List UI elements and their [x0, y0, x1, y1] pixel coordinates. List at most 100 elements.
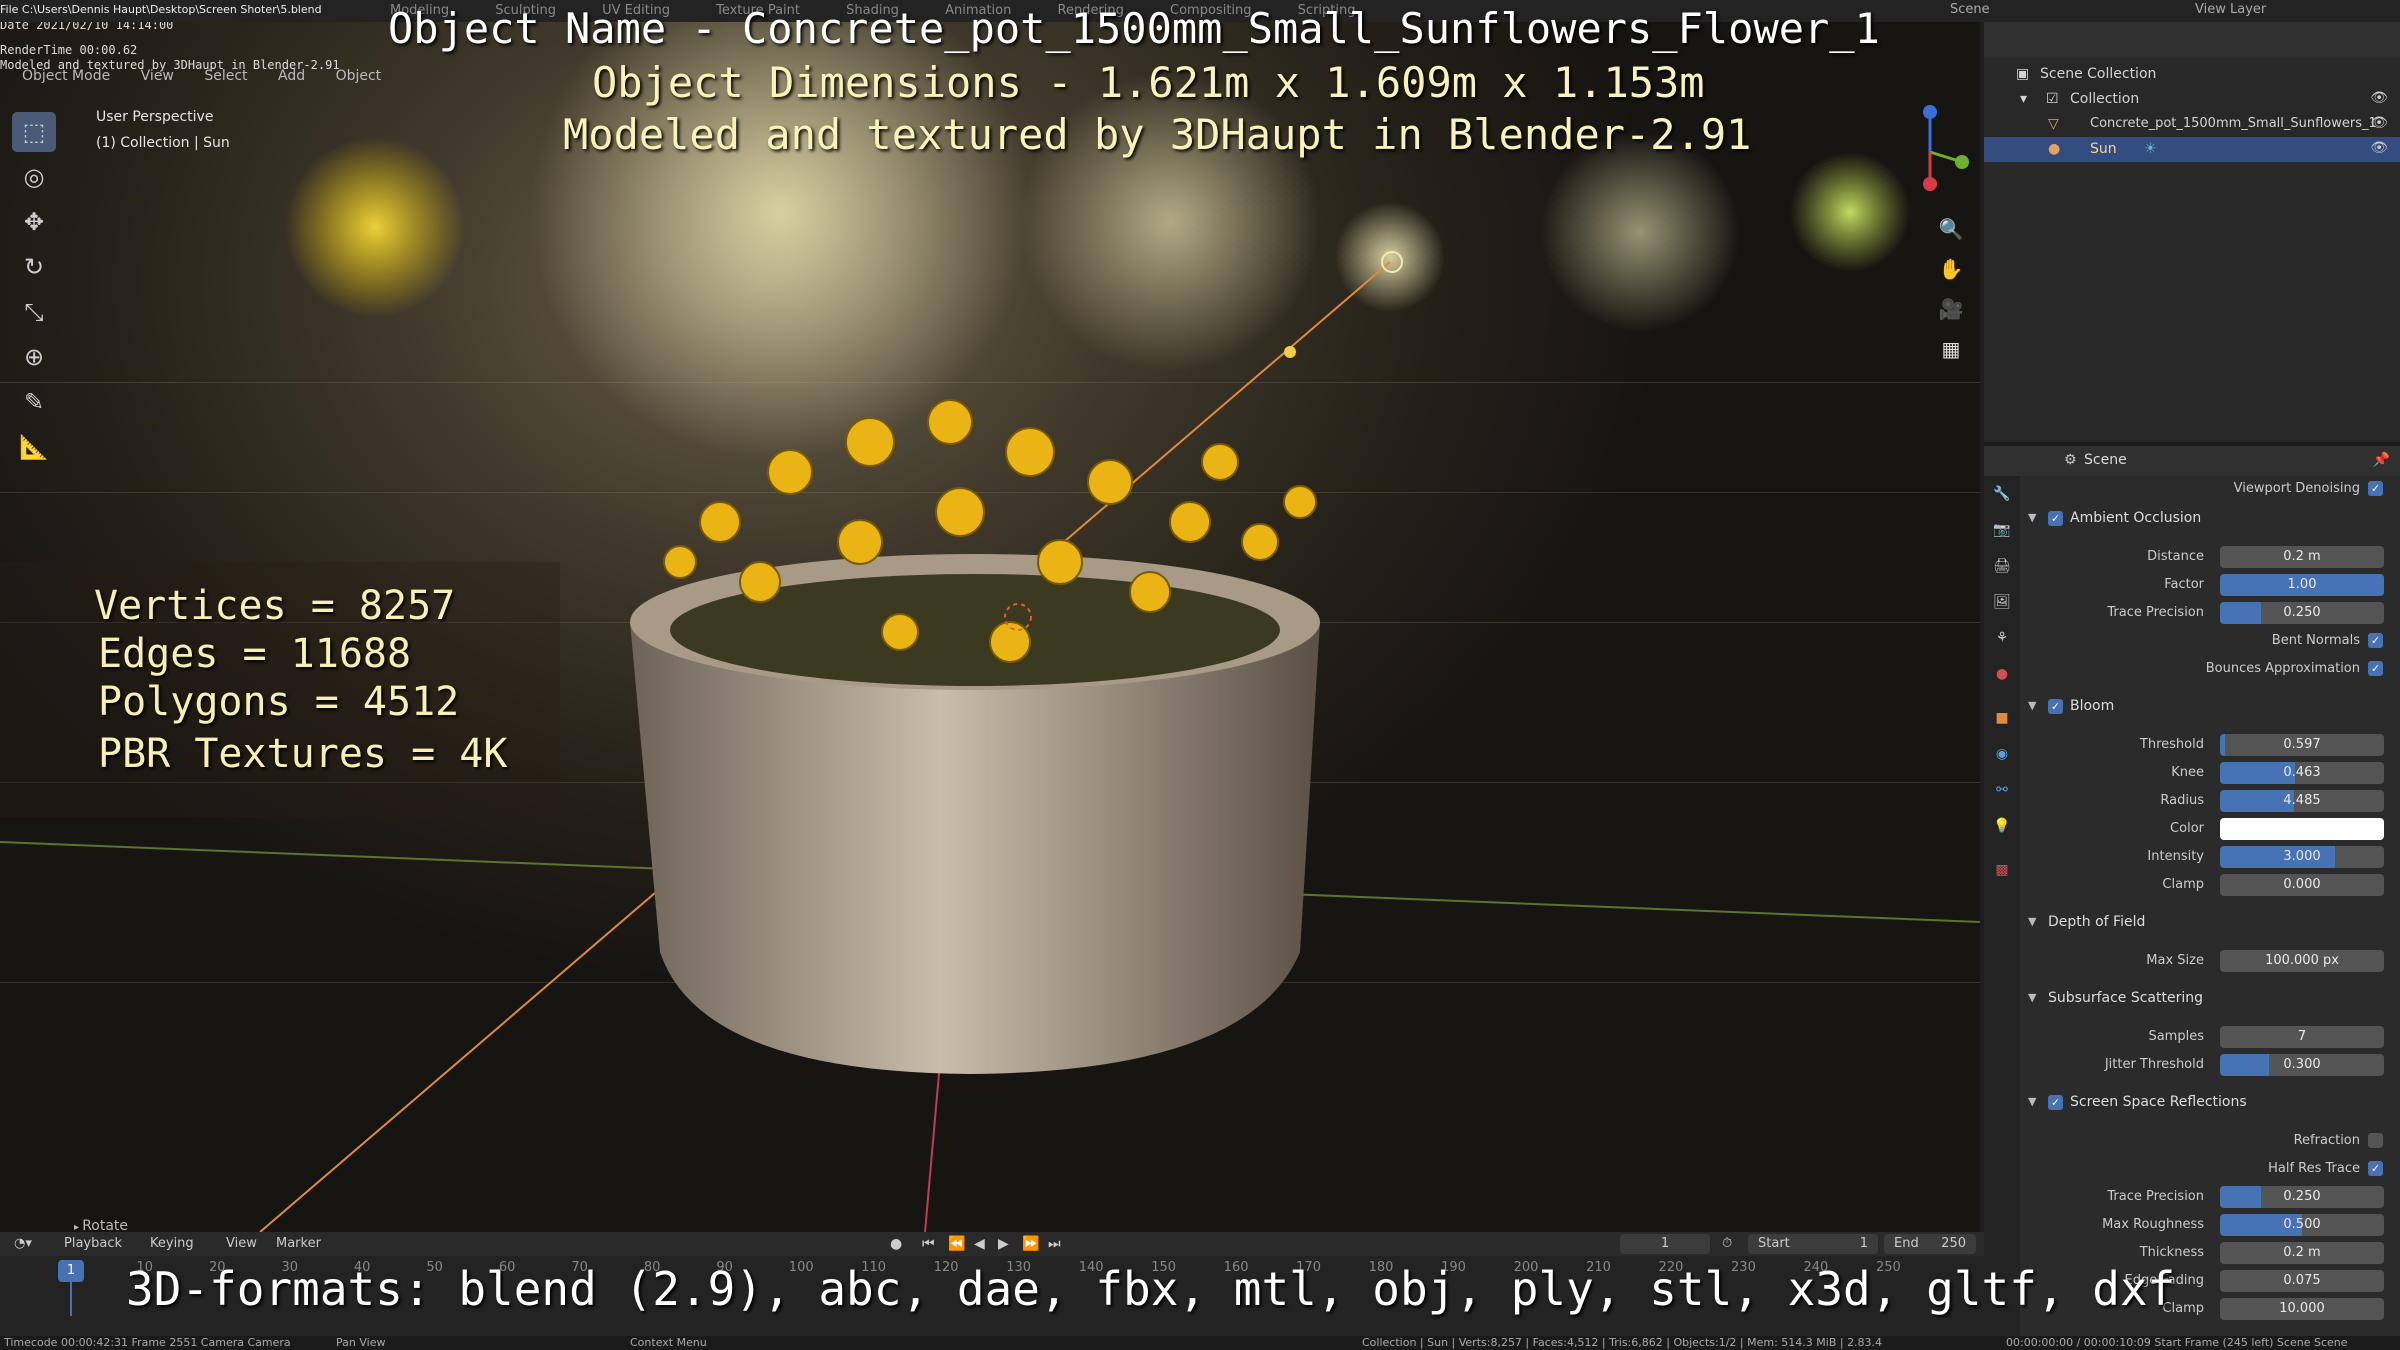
outliner-row-pot[interactable]: ▽ Concrete_pot_1500mm_Small_Sunflowers_1… — [1984, 112, 2400, 137]
bent-normals-checkbox[interactable]: ✓ — [2368, 633, 2383, 648]
playhead[interactable]: 1 — [58, 1260, 84, 1282]
ambient-occlusion-checkbox[interactable]: ✓ — [2048, 511, 2063, 526]
ssr-trace-precision-row: Trace Precision 0.250 — [2020, 1184, 2400, 1210]
pan-hand-icon[interactable]: ✋ — [1934, 252, 1968, 286]
bloom-color-swatch[interactable] — [2220, 818, 2384, 840]
bloom-intensity-slider[interactable]: 3.000 — [2220, 846, 2384, 868]
ssr-thickness-field[interactable]: 0.2 m — [2220, 1242, 2384, 1264]
refraction-checkbox[interactable] — [2368, 1133, 2383, 1148]
play-icon[interactable]: ▶ — [998, 1236, 1009, 1252]
view-layer-selector[interactable]: View Layer — [2195, 2, 2266, 17]
camera-icon[interactable]: 🎥 — [1934, 292, 1968, 326]
outliner-row-scene-collection[interactable]: ▣ Scene Collection — [1984, 62, 2400, 87]
outliner-label: Scene Collection — [2040, 66, 2157, 82]
chevron-down-icon: ▼ — [2028, 511, 2037, 524]
ao-distance-field[interactable]: 0.2 m — [2220, 546, 2384, 568]
menu-view[interactable]: View — [141, 68, 174, 84]
stats-overlay: Vertices = 8257 Edges = 11688 Polygons =… — [0, 562, 560, 817]
record-icon[interactable]: ● — [890, 1236, 902, 1252]
object-tab-icon[interactable]: ■ — [1992, 708, 2012, 728]
scene-selector[interactable]: Scene — [1950, 2, 1990, 17]
sss-samples-field[interactable]: 7 — [2220, 1026, 2384, 1048]
view-layer-tab-icon[interactable]: 🖼 — [1992, 592, 2012, 612]
eye-icon[interactable]: 👁 — [2370, 90, 2388, 106]
jump-start-icon[interactable]: ⏮ — [922, 1236, 935, 1252]
zoom-icon[interactable]: 🔍 — [1934, 212, 1968, 246]
tool-tab-icon[interactable]: 🔧 — [1992, 484, 2012, 504]
ao-trace-precision-slider[interactable]: 0.250 — [2220, 602, 2384, 624]
menu-select[interactable]: Select — [204, 68, 247, 84]
3d-viewport[interactable]: Date 2021/02/10 14:14:00 RenderTime 00:0… — [0, 22, 1980, 1232]
jump-end-icon[interactable]: ⏭ — [1048, 1236, 1061, 1252]
menu-object[interactable]: Object — [336, 68, 382, 84]
sss-jitter-slider[interactable]: 0.300 — [2220, 1054, 2384, 1076]
menu-keying[interactable]: Keying — [150, 1236, 194, 1251]
play-reverse-icon[interactable]: ◀ — [974, 1236, 985, 1252]
bounces-checkbox[interactable]: ✓ — [2368, 661, 2383, 676]
physics-tab-icon[interactable]: ◉ — [1992, 744, 2012, 764]
field-label: Clamp — [2162, 877, 2204, 892]
mode-selector[interactable]: Object Mode — [22, 68, 110, 84]
sss-jitter-row: Jitter Threshold 0.300 — [2020, 1052, 2400, 1078]
scene-tab-icon[interactable]: ⚘ — [1992, 628, 2012, 648]
pin-icon[interactable]: 📌 — [2373, 452, 2390, 468]
navigation-gizmo[interactable] — [1890, 102, 1970, 202]
bloom-threshold-slider[interactable]: 0.597 — [2220, 734, 2384, 756]
move-icon[interactable]: ✥ — [12, 202, 56, 242]
stopwatch-icon[interactable]: ⏱ — [1722, 1236, 1732, 1251]
grid-icon[interactable]: ▦ — [1934, 332, 1968, 366]
panel-screen-space-reflections[interactable]: ▼ ✓ Screen Space Reflections — [2020, 1090, 2400, 1116]
menu-marker[interactable]: Marker — [276, 1236, 321, 1251]
panel-depth-of-field[interactable]: ▼ Depth of Field — [2020, 910, 2400, 936]
eye-icon[interactable]: 👁 — [2370, 140, 2388, 156]
outliner-row-collection[interactable]: ▾ ☑ Collection 👁 — [1984, 87, 2400, 112]
ssr-checkbox[interactable]: ✓ — [2048, 1095, 2063, 1110]
chevron-down-icon[interactable]: ▾ — [2020, 91, 2027, 107]
viewport-denoising-label: Viewport Denoising — [2233, 481, 2360, 496]
panel-ambient-occlusion[interactable]: ▼ ✓ Ambient Occlusion — [2020, 506, 2400, 532]
next-key-icon[interactable]: ⏩ — [1022, 1236, 1039, 1252]
rotate-icon[interactable]: ↻ — [12, 247, 56, 287]
texture-tab-icon[interactable]: ▩ — [1992, 860, 2012, 880]
viewport-denoising-checkbox[interactable]: ✓ — [2368, 481, 2383, 496]
half-res-checkbox[interactable]: ✓ — [2368, 1161, 2383, 1176]
select-box-icon[interactable]: ⬚ — [12, 112, 56, 152]
output-tab-icon[interactable]: 🖨 — [1992, 556, 2012, 576]
bloom-checkbox[interactable]: ✓ — [2048, 699, 2063, 714]
measure-icon[interactable]: 📐 — [12, 427, 56, 467]
render-tab-icon[interactable]: 📷 — [1992, 520, 2012, 540]
ssr-trace-precision-slider[interactable]: 0.250 — [2220, 1186, 2384, 1208]
ssr-edge-fading-field[interactable]: 0.075 — [2220, 1270, 2384, 1292]
start-frame-field[interactable]: Start 1 — [1748, 1234, 1878, 1254]
status-context-hint: Context Menu — [630, 1336, 707, 1349]
ssr-max-roughness-slider[interactable]: 0.500 — [2220, 1214, 2384, 1236]
transform-icon[interactable]: ⊕ — [12, 337, 56, 377]
menu-playback[interactable]: Playback — [64, 1236, 122, 1251]
clock-icon[interactable]: ◔▾ — [14, 1236, 32, 1251]
last-operator-panel[interactable]: ▸ Rotate — [74, 1218, 254, 1232]
checkbox-icon[interactable]: ☑ — [2046, 91, 2059, 107]
bloom-radius-slider[interactable]: 4.485 — [2220, 790, 2384, 812]
bloom-clamp-field[interactable]: 0.000 — [2220, 874, 2384, 896]
outliner-row-sun[interactable]: ● Sun ☀ 👁 — [1984, 137, 2400, 162]
panel-bloom[interactable]: ▼ ✓ Bloom — [2020, 694, 2400, 720]
world-tab-icon[interactable]: ● — [1992, 664, 2012, 684]
menu-view[interactable]: View — [226, 1236, 257, 1251]
end-frame-field[interactable]: End 250 — [1884, 1234, 1976, 1254]
sun-icon: ☀ — [2144, 141, 2157, 157]
cursor-icon[interactable]: ◎ — [12, 157, 56, 197]
current-frame-field[interactable]: 1 — [1620, 1234, 1710, 1254]
annotate-icon[interactable]: ✎ — [12, 382, 56, 422]
field-label: Distance — [2147, 549, 2204, 564]
eye-icon[interactable]: 👁 — [2370, 115, 2388, 131]
bloom-knee-slider[interactable]: 0.463 — [2220, 762, 2384, 784]
data-tab-icon[interactable]: 💡 — [1992, 816, 2012, 836]
prev-key-icon[interactable]: ⏪ — [948, 1236, 965, 1252]
dof-max-size-field[interactable]: 100.000 px — [2220, 950, 2384, 972]
constraints-tab-icon[interactable]: ⚯ — [1992, 780, 2012, 800]
scale-icon[interactable]: ⤡ — [12, 292, 56, 332]
ssr-clamp-field[interactable]: 10.000 — [2220, 1298, 2384, 1320]
ao-factor-slider[interactable]: 1.00 — [2220, 574, 2384, 596]
panel-subsurface-scattering[interactable]: ▼ Subsurface Scattering — [2020, 986, 2400, 1012]
menu-add[interactable]: Add — [278, 68, 305, 84]
